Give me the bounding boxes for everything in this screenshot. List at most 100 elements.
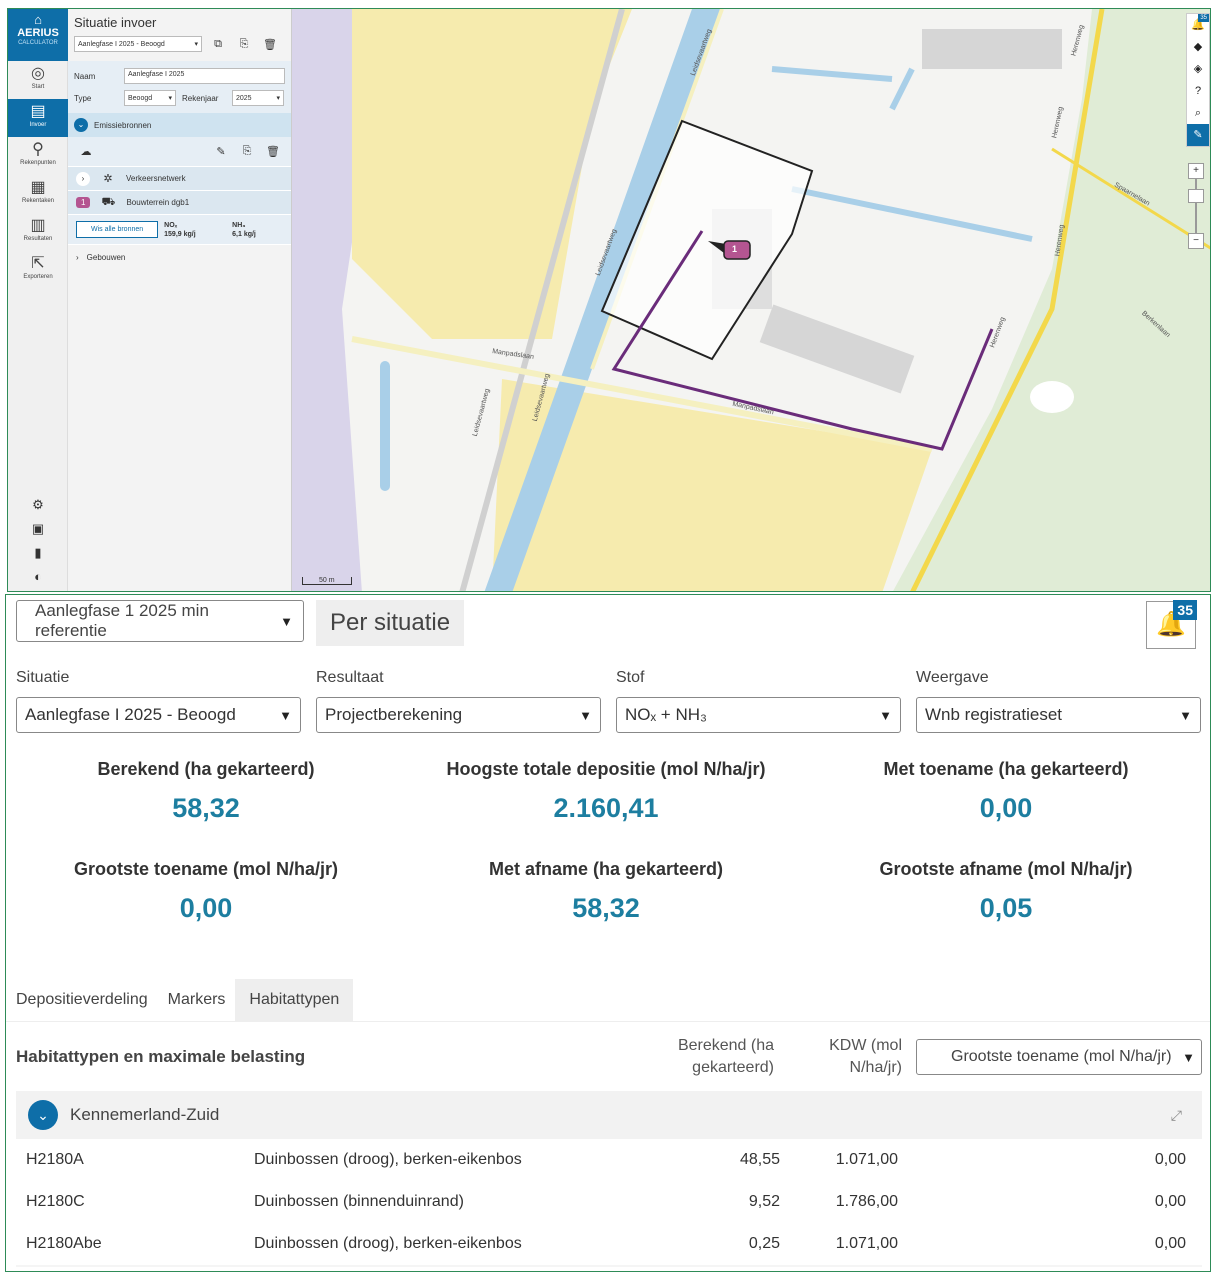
sources-actions: ✎ ⎘ 🗑: [211, 145, 283, 158]
habitat-table-header: Habitattypen en maximale belasting Berek…: [6, 1025, 1210, 1089]
results-panel: Aanlegfase 1 2025 min referentie ▼ Per si…: [5, 594, 1211, 1272]
source-building-site[interactable]: 1 ⛟ Bouwterrein dgb1: [68, 191, 291, 215]
chevron-down-icon[interactable]: ⌄: [28, 1100, 58, 1130]
table-row[interactable]: H2180C Duinbossen (binnenduinrand) 9,52 …: [16, 1181, 1202, 1223]
zoom-in-button[interactable]: +: [1188, 163, 1204, 179]
source-marker-label[interactable]: 1: [732, 244, 737, 254]
zoom-handle[interactable]: [1188, 189, 1204, 203]
calculator-icon: ▦: [30, 179, 46, 196]
map-view[interactable]: Leidsevaartweg Leidsevaartweg Leidsevaar…: [292, 9, 1210, 591]
clipboard-icon: ▤: [30, 103, 46, 120]
add-source-icon[interactable]: ☁: [76, 145, 96, 158]
copy-icon[interactable]: ⎘: [234, 38, 254, 51]
help-icon[interactable]: ?: [1187, 80, 1209, 102]
comparison-select-value: Aanlegfase 1 2025 min referentie: [35, 601, 209, 640]
notifications-button[interactable]: 🔔 35: [1146, 600, 1197, 649]
sidebar-item-rekentaken[interactable]: ▦ Rekentaken: [8, 175, 68, 213]
source-label: Verkeersnetwerk: [126, 174, 186, 183]
search-icon[interactable]: ⌕: [1187, 102, 1209, 124]
sidebar-item-start[interactable]: ◎ Start: [8, 61, 68, 99]
sidebar-bottom-tools: ⚙ ▣ ▮ ◐: [8, 497, 68, 591]
situation-properties: Naam Aanlegfase I 2025 Type Beoogd ▾ Reke…: [68, 61, 291, 245]
name-field[interactable]: Aanlegfase I 2025: [124, 68, 285, 84]
clear-sources-button[interactable]: Wis alle bronnen: [76, 221, 159, 238]
zoom-slider[interactable]: [1188, 179, 1204, 233]
column-header-kdw[interactable]: KDW (mol N/ha/jr): [796, 1035, 902, 1079]
notification-badge: 35: [1198, 14, 1209, 22]
chevron-down-icon: ▾: [194, 41, 198, 48]
manual-icon[interactable]: ▣: [8, 521, 68, 545]
emission-sources-header[interactable]: ⌄ Emissiebronnen: [68, 113, 291, 137]
table-row[interactable]: H2180A Duinbossen (droog), berken-eikenb…: [16, 1139, 1202, 1181]
stat-card: Met toename (ha gekarteerd) 0,00: [806, 755, 1206, 833]
chart-icon: ▥: [30, 217, 46, 234]
filter-value: Projectberekening: [325, 705, 463, 724]
stat-value: 58,32: [572, 893, 640, 923]
source-traffic-network[interactable]: › ✲ Verkeersnetwerk: [68, 167, 291, 191]
situation-select[interactable]: Aanlegfase I 2025 - Beoogd ▾: [74, 36, 202, 52]
sidebar: ⌂ AERIUS CALCULATOR ◎ Start ▤ Invoer ⚲ R…: [8, 9, 68, 591]
notification-icon[interactable]: 🔔 35: [1187, 14, 1209, 36]
zoom-out-button[interactable]: −: [1188, 233, 1204, 249]
habitat-code: H2180Abe: [26, 1235, 102, 1252]
nox-value: 159,9 kg/j: [164, 230, 196, 238]
habitat-kdw: 1.071,00: [835, 1151, 898, 1168]
result-filter-select[interactable]: Projectberekening ▼: [316, 697, 601, 733]
copy-icon[interactable]: ⎘: [237, 145, 257, 158]
chevron-right-icon: ›: [76, 171, 90, 186]
sidebar-item-rekenpunten[interactable]: ⚲ Rekenpunten: [8, 137, 68, 175]
tag-icon[interactable]: ◈: [1187, 58, 1209, 80]
settings-icon[interactable]: ⚙: [8, 497, 68, 521]
filter-value: NOₓ + NH₃: [625, 705, 707, 724]
comparison-select[interactable]: Aanlegfase 1 2025 min referentie ▼: [16, 600, 304, 642]
chevron-down-icon: ⌄: [74, 118, 88, 132]
sidebar-item-label: Rekentaken: [21, 198, 55, 204]
chevron-down-icon: ▼: [1182, 1049, 1195, 1065]
sort-select[interactable]: Grootste toename (mol N/ha/jr) ▼: [916, 1039, 1202, 1075]
stat-label: Berekend (ha gekarteerd): [97, 759, 315, 779]
draw-icon[interactable]: ✎: [1187, 124, 1209, 146]
year-select-value: 2025: [236, 94, 252, 102]
language-icon[interactable]: ◐: [8, 569, 68, 591]
substance-filter-select[interactable]: NOₓ + NH₃ ▼: [616, 697, 901, 733]
situation-filter-select[interactable]: Aanlegfase I 2025 - Beoogd ▼: [16, 697, 301, 733]
column-header-computed[interactable]: Berekend (ha gekarteerd): [646, 1035, 774, 1079]
habitat-name: Duinbossen (binnenduinrand): [254, 1193, 464, 1210]
type-select[interactable]: Beoogd ▾: [124, 90, 176, 106]
chevron-right-icon: ›: [76, 252, 79, 262]
tab-habitattypen[interactable]: Habitattypen: [235, 979, 354, 1021]
sidebar-item-invoer[interactable]: ▤ Invoer: [8, 99, 68, 137]
table-row[interactable]: H2180Abe Duinbossen (droog), berken-eike…: [16, 1223, 1202, 1265]
sidebar-item-resultaten[interactable]: ▥ Resultaten: [8, 213, 68, 251]
construction-vehicle-icon: ⛟: [101, 195, 116, 208]
buildings-header[interactable]: › Gebouwen: [68, 245, 291, 269]
type-row: Type Beoogd ▾ Rekenjaar 2025 ▾: [68, 87, 291, 109]
table-title: Habitattypen en maximale belasting: [16, 1047, 306, 1066]
stat-label: Grootste afname (mol N/ha/jr): [879, 859, 1133, 879]
name-row: Naam Aanlegfase I 2025: [68, 65, 291, 87]
view-title[interactable]: Per situatie: [316, 600, 465, 646]
stat-card: Hoogste totale depositie (mol N/ha/jr) 2.…: [406, 755, 806, 833]
logo[interactable]: ⌂ AERIUS CALCULATOR: [8, 9, 68, 61]
tab-markers[interactable]: Markers: [158, 979, 236, 1021]
year-select[interactable]: 2025 ▾: [232, 90, 284, 106]
display-filter-select[interactable]: Wnb registratieset ▼: [916, 697, 1201, 733]
stat-value: 58,32: [172, 793, 240, 823]
expand-icon[interactable]: ⤢: [1171, 1107, 1182, 1124]
filter-label: Weergave: [916, 669, 989, 686]
layers-icon[interactable]: ◆: [1187, 36, 1209, 58]
habitat-code: H2180C: [26, 1193, 85, 1210]
app-frame: ⌂ AERIUS CALCULATOR ◎ Start ▤ Invoer ⚲ R…: [0, 0, 1216, 1275]
new-situation-icon[interactable]: ⧉: [208, 38, 228, 51]
type-select-value: Beoogd: [128, 94, 153, 102]
nh3-value: 6,1 kg/j: [232, 230, 256, 238]
area-group-header[interactable]: ⌄ Kennemerland-Zuid ⤢: [16, 1091, 1202, 1139]
emission-sources-label: Emissiebronnen: [94, 120, 152, 130]
tab-depositieverdeling[interactable]: Depositieverdeling: [6, 979, 158, 1021]
document-icon[interactable]: ▮: [8, 545, 68, 569]
summary-statistics: Berekend (ha gekarteerd) 58,32 Hoogste to…: [6, 755, 1210, 933]
sidebar-item-exporteren[interactable]: ⇱ Exporteren: [8, 251, 68, 289]
delete-icon[interactable]: 🗑: [263, 145, 283, 158]
edit-icon[interactable]: ✎: [211, 145, 231, 158]
delete-icon[interactable]: 🗑: [260, 38, 280, 51]
